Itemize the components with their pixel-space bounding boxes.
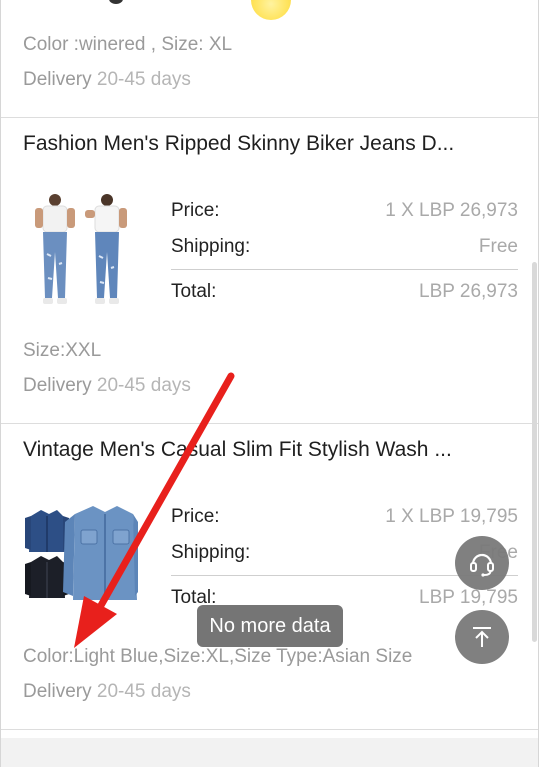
arrow-up-to-top-icon	[473, 627, 491, 647]
product-title[interactable]: Vintage Men's Casual Slim Fit Stylish Wa…	[23, 438, 452, 462]
sun-emoji-icon	[251, 0, 291, 20]
item-spec: Color:Light Blue,Size:XL,Size Type:Asian…	[23, 646, 413, 667]
total-label: Total:	[171, 281, 217, 302]
delivery-info: Delivery 20-45 days	[23, 375, 191, 397]
denim-shirt-product-image[interactable]	[23, 504, 138, 622]
item-spec: Color :winered , Size: XL	[23, 34, 233, 55]
price-label: Price:	[171, 200, 220, 221]
item-spec: Size:XXL	[23, 340, 102, 361]
price-value: 1 X LBP 26,973	[385, 200, 518, 221]
shipping-value: Free	[478, 236, 518, 257]
scrollbar[interactable]	[532, 262, 537, 642]
customer-support-button[interactable]	[455, 536, 509, 590]
price-label: Price:	[171, 506, 220, 527]
list-footer	[1, 738, 538, 767]
order-item[interactable]: Vintage Men's Casual Slim Fit Stylish Wa…	[1, 424, 538, 730]
shipping-label: Shipping:	[171, 542, 251, 563]
delivery-value: 20-45 days	[96, 681, 191, 702]
delivery-label: Delivery	[23, 681, 92, 702]
shipping-label: Shipping:	[171, 236, 251, 257]
jeans-product-image[interactable]	[23, 194, 138, 312]
delivery-value: 20-45 days	[96, 375, 191, 396]
delivery-label: Delivery	[23, 69, 92, 90]
back-to-top-button[interactable]	[455, 610, 509, 664]
price-value: 1 X LBP 19,795	[385, 506, 518, 527]
total-value: LBP 26,973	[419, 281, 518, 302]
delivery-label: Delivery	[23, 375, 92, 396]
delivery-info: Delivery 20-45 days	[23, 69, 191, 91]
order-item-partial: Color :winered , Size: XL Delivery 20-45…	[1, 0, 538, 118]
summary-divider	[171, 269, 518, 270]
headset-icon	[470, 553, 494, 577]
toast-message: No more data	[197, 605, 343, 647]
delivery-value: 20-45 days	[96, 69, 191, 90]
delivery-info: Delivery 20-45 days	[23, 681, 191, 703]
item-divider	[1, 729, 538, 730]
partial-title-glyph	[109, 0, 123, 4]
total-value: LBP 19,795	[419, 587, 518, 608]
order-item[interactable]: Fashion Men's Ripped Skinny Biker Jeans …	[1, 118, 538, 424]
product-title[interactable]: Fashion Men's Ripped Skinny Biker Jeans …	[23, 132, 454, 156]
